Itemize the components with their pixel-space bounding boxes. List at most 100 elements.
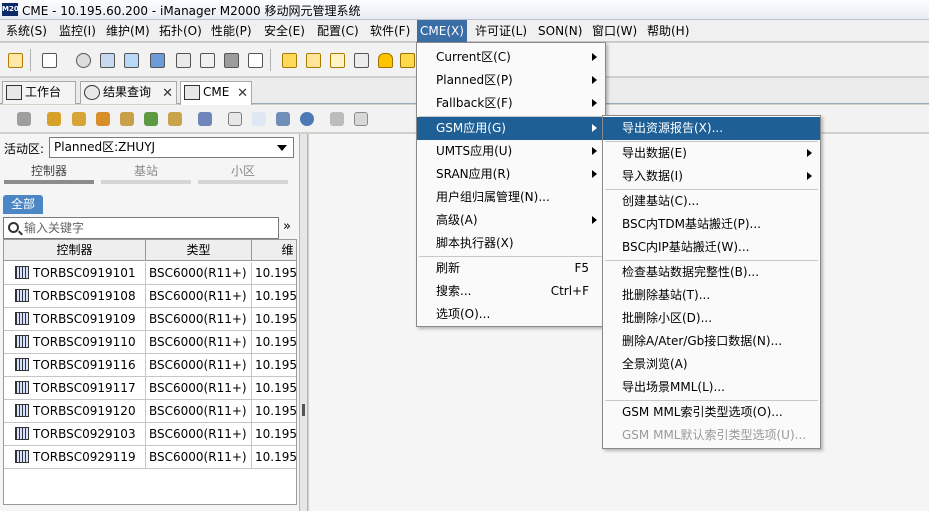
menu-item-umts-application[interactable]: UMTS应用(U) — [417, 140, 605, 163]
menu-item-fallback-area[interactable]: Fallback区(F) — [417, 92, 605, 115]
navigation-panel: 活动区: Planned区:ZHUYJ 控制器 基站 小区 全部 输入关键字 »… — [0, 134, 300, 511]
tab-cme[interactable]: CME ✕ — [180, 81, 252, 105]
user-icon[interactable] — [146, 49, 167, 70]
mml-icon[interactable] — [38, 49, 59, 70]
report-icon[interactable] — [326, 49, 347, 70]
filter-input[interactable]: 输入关键字 — [3, 217, 279, 239]
tab-all[interactable]: 全部 — [3, 195, 44, 214]
table-row[interactable]: TORBSC0919101 BSC6000(R11+) 10.195.( — [4, 262, 296, 285]
submenu-arrow-icon — [592, 147, 597, 155]
table-row[interactable]: TORBSC0919116 BSC6000(R11+) 10.195.( — [4, 354, 296, 377]
menu-item-search[interactable]: 搜索... Ctrl+F — [417, 280, 605, 303]
menu-item-export-scenario-mml[interactable]: 导出场景MML(L)... — [603, 376, 820, 399]
submenu-arrow-icon — [592, 216, 597, 224]
menu-window[interactable]: 窗口(W) — [589, 23, 640, 41]
menu-maintain[interactable]: 维护(M) — [103, 23, 153, 41]
step-cell[interactable]: 小区 — [198, 162, 288, 179]
menu-cme[interactable]: CME(X) — [417, 20, 467, 42]
menu-item-tdm-relocation[interactable]: BSC内TDM基站搬迁(P)... — [603, 213, 820, 236]
menu-item-check-integrity[interactable]: 检查基站数据完整性(B)... — [603, 261, 820, 284]
tools-icon[interactable] — [350, 49, 371, 70]
undo-icon[interactable] — [250, 110, 268, 128]
splitter-grip-icon[interactable] — [302, 404, 305, 416]
cell-type: BSC6000(R11+) — [146, 308, 252, 331]
menu-item-export-resource-report[interactable]: 导出资源报告(X)... — [603, 117, 820, 140]
menu-item-planned-area[interactable]: Planned区(P) — [417, 69, 605, 92]
menu-item-sran-application[interactable]: SRAN应用(R) — [417, 163, 605, 186]
settings-icon[interactable] — [72, 49, 93, 70]
table-view-icon[interactable] — [352, 110, 370, 128]
panel-splitter[interactable] — [300, 134, 308, 511]
table-row[interactable]: TORBSC0919120 BSC6000(R11+) 10.195.( — [4, 400, 296, 423]
refresh-icon[interactable] — [298, 110, 316, 128]
expand-more-icon[interactable]: » — [283, 219, 291, 234]
pointer-tool-icon[interactable] — [4, 49, 25, 70]
menu-item-mml-index-options[interactable]: GSM MML索引类型选项(O)... — [603, 401, 820, 424]
menu-item-options[interactable]: 选项(O)... — [417, 303, 605, 326]
database-edit-icon[interactable] — [94, 110, 112, 128]
table-row[interactable]: TORBSC0929119 BSC6000(R11+) 10.195.( — [4, 446, 296, 469]
grid-view-icon[interactable] — [328, 110, 346, 128]
database-icon[interactable] — [45, 110, 63, 128]
menu-item-batch-delete-cells[interactable]: 批删除小区(D)... — [603, 307, 820, 330]
topology-icon[interactable] — [172, 49, 193, 70]
menu-item-export-data[interactable]: 导出数据(E) — [603, 142, 820, 165]
menu-software[interactable]: 软件(F) — [367, 23, 413, 41]
menu-item-batch-delete-sites[interactable]: 批删除基站(T)... — [603, 284, 820, 307]
column-header-controller[interactable]: 控制器 — [4, 240, 146, 261]
key-icon[interactable] — [196, 49, 217, 70]
menu-item-gsm-application[interactable]: GSM应用(G) — [417, 117, 605, 140]
database-check-icon[interactable] — [166, 110, 184, 128]
table-row[interactable]: TORBSC0929103 BSC6000(R11+) 10.195.( — [4, 423, 296, 446]
menu-item-create-base-station[interactable]: 创建基站(C)... — [603, 190, 820, 213]
menu-config[interactable]: 配置(C) — [314, 23, 362, 41]
document-icon[interactable] — [278, 49, 299, 70]
menu-system[interactable]: 系统(S) — [3, 23, 50, 41]
report-list-icon[interactable] — [226, 110, 244, 128]
menu-item-advanced[interactable]: 高级(A) — [417, 209, 605, 232]
tab-result-query[interactable]: 结果查询 ✕ — [80, 81, 177, 104]
lock-icon[interactable] — [220, 49, 241, 70]
menu-monitor[interactable]: 监控(I) — [56, 23, 99, 41]
compare-icon[interactable] — [274, 110, 292, 128]
menu-item-delete-interface-data[interactable]: 删除A/Ater/Gb接口数据(N)... — [603, 330, 820, 353]
table-row[interactable]: TORBSC0919117 BSC6000(R11+) 10.195.( — [4, 377, 296, 400]
close-icon[interactable]: ✕ — [237, 83, 248, 104]
search-doc-icon[interactable] — [302, 49, 323, 70]
import-icon[interactable] — [196, 110, 214, 128]
table-row[interactable]: TORBSC0919108 BSC6000(R11+) 10.195.( — [4, 285, 296, 308]
gsm-submenu: 导出资源报告(X)... 导出数据(E) 导入数据(I) 创建基站(C)... … — [602, 115, 821, 449]
column-header-type[interactable]: 类型 — [146, 240, 252, 261]
step-base-station[interactable]: 基站 — [101, 162, 191, 179]
menu-item-refresh[interactable]: 刷新 F5 — [417, 257, 605, 280]
menu-item-user-group[interactable]: 用户组归属管理(N)... — [417, 186, 605, 209]
menu-item-panorama[interactable]: 全景浏览(A) — [603, 353, 820, 376]
close-icon[interactable]: ✕ — [162, 83, 173, 104]
chart-icon[interactable] — [120, 49, 141, 70]
alarm-bell-icon[interactable] — [374, 49, 395, 70]
database-add-icon[interactable] — [70, 110, 88, 128]
alarm-icon[interactable] — [396, 49, 417, 70]
menu-security[interactable]: 安全(E) — [261, 23, 308, 41]
menu-item-script-executor[interactable]: 脚本执行器(X) — [417, 232, 605, 255]
menu-item-mml-default-index-options[interactable]: GSM MML默认索引类型选项(U)... — [603, 424, 820, 447]
column-header-maintenance[interactable]: 维 — [252, 240, 296, 261]
menu-topology[interactable]: 拓扑(O) — [156, 23, 205, 41]
table-row[interactable]: TORBSC0919110 BSC6000(R11+) 10.195.( — [4, 331, 296, 354]
database-export-icon[interactable] — [118, 110, 136, 128]
device-panel-icon[interactable] — [96, 49, 117, 70]
presentation-icon[interactable] — [244, 49, 265, 70]
menu-item-current-area[interactable]: Current区(C) — [417, 46, 605, 69]
menu-license[interactable]: 许可证(L) — [472, 23, 530, 41]
menu-performance[interactable]: 性能(P) — [208, 23, 255, 41]
menu-son[interactable]: SON(N) — [535, 23, 585, 41]
active-area-select[interactable]: Planned区:ZHUYJ — [49, 137, 294, 158]
tab-workbench[interactable]: 工作台 — [2, 81, 76, 104]
menu-item-ip-relocation[interactable]: BSC内IP基站搬迁(W)... — [603, 236, 820, 259]
copy-icon[interactable] — [15, 110, 33, 128]
step-controller[interactable]: 控制器 — [4, 162, 94, 179]
menu-item-import-data[interactable]: 导入数据(I) — [603, 165, 820, 188]
table-row[interactable]: TORBSC0919109 BSC6000(R11+) 10.195.( — [4, 308, 296, 331]
database-sync-icon[interactable] — [142, 110, 160, 128]
menu-help[interactable]: 帮助(H) — [644, 23, 692, 41]
